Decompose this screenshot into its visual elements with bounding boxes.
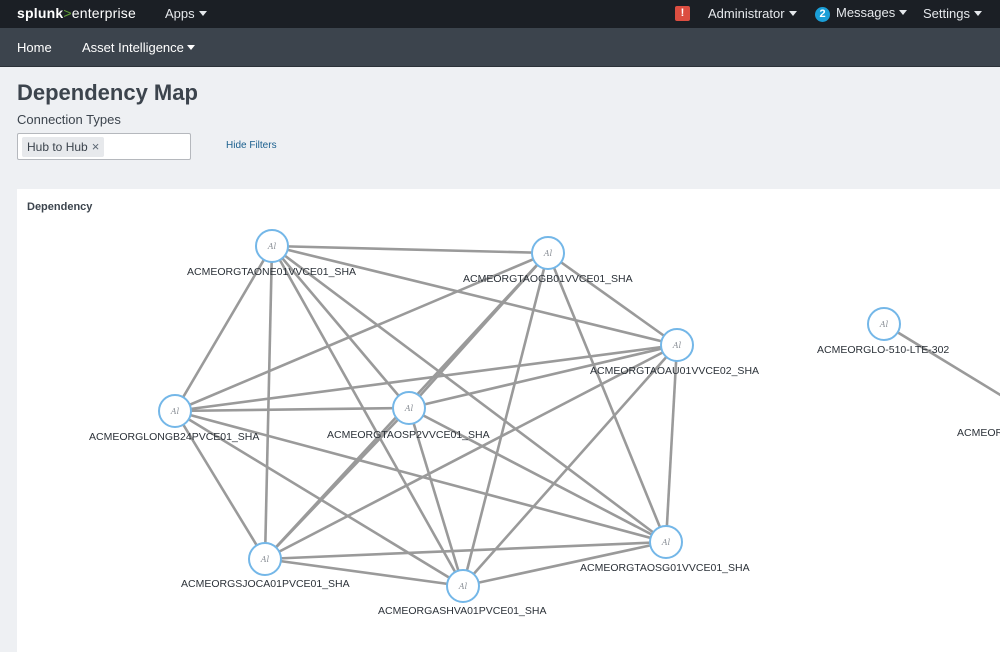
settings-menu[interactable]: Settings xyxy=(923,6,982,21)
logo-symbol: > xyxy=(63,5,72,21)
node-label: ACMEORGTAONE01VVCE01_SHA xyxy=(187,266,356,278)
asset-icon: Al xyxy=(879,320,889,329)
administrator-menu[interactable]: Administrator xyxy=(708,6,797,21)
filter-chip-label: Hub to Hub xyxy=(27,140,88,154)
node-label: ACMEOR xyxy=(957,427,1000,439)
top-bar: splunk>enterprise Apps ! Administrator 2… xyxy=(0,0,1000,28)
asset-icon: Al xyxy=(170,407,180,416)
filter-chip-hub-to-hub: Hub to Hub × xyxy=(22,137,105,157)
remove-chip-icon[interactable]: × xyxy=(92,139,100,154)
messages-count-badge: 2 xyxy=(815,7,830,22)
nav-home[interactable]: Home xyxy=(17,40,52,55)
node-label: ACMEORGTAOSP2VVCE01_SHA xyxy=(327,429,490,441)
edges-layer xyxy=(173,244,1000,588)
logo-word: splunk xyxy=(17,5,64,21)
graph-node-gb[interactable]: Al ACMEORGTAOGB01VVCE01_SHA xyxy=(463,236,633,285)
edge-one-gb xyxy=(271,244,549,255)
settings-label: Settings xyxy=(923,6,970,21)
asset-icon: Al xyxy=(543,249,553,258)
hide-filters-link[interactable]: Hide Filters xyxy=(226,140,277,151)
asset-icon: Al xyxy=(458,582,468,591)
node-label: ACMEORGLONGB24PVCE01_SHA xyxy=(89,431,259,443)
nav-asset-intelligence-label: Asset Intelligence xyxy=(82,40,184,55)
alert-icon[interactable]: ! xyxy=(675,6,690,21)
nav-asset-intelligence[interactable]: Asset Intelligence xyxy=(82,40,195,55)
chevron-down-icon xyxy=(198,11,207,17)
splunk-logo[interactable]: splunk>enterprise xyxy=(17,5,136,21)
apps-menu[interactable]: Apps xyxy=(165,6,207,21)
chevron-down-icon xyxy=(973,11,982,17)
edge-one-ashva xyxy=(270,245,465,587)
edge-lte-offscreen xyxy=(883,322,1000,397)
connection-types-label: Connection Types xyxy=(17,112,121,127)
asset-icon: Al xyxy=(661,538,671,547)
administrator-label: Administrator xyxy=(708,6,785,21)
graph-node-cut[interactable]: ACMEOR xyxy=(957,427,1000,439)
graph-node-sg[interactable]: Al ACMEORGTAOSG01VVCE01_SHA xyxy=(580,525,750,574)
logo-product: enterprise xyxy=(71,5,136,21)
node-label: ACMEORGTAOAU01VVCE02_SHA xyxy=(590,365,759,377)
panel-title: Dependency xyxy=(27,201,93,213)
edge-long-sp2 xyxy=(174,406,410,413)
app-nav-bar: Home Asset Intelligence xyxy=(0,28,1000,67)
dependency-panel: Al ACMEORGTAONE01VVCE01_SHA Al ACMEORGTAOGB… xyxy=(17,189,1000,652)
nav-home-label: Home xyxy=(17,40,52,55)
connection-types-multiselect[interactable]: Hub to Hub × xyxy=(17,133,191,160)
graph-node-lte[interactable]: Al ACMEORGLO-510-LTE-302 xyxy=(817,307,949,356)
messages-menu[interactable]: 2 Messages xyxy=(815,5,908,22)
chevron-down-icon xyxy=(788,11,797,17)
apps-menu-label: Apps xyxy=(165,6,195,21)
asset-icon: Al xyxy=(267,242,277,251)
asset-icon: Al xyxy=(260,555,270,564)
graph-node-sp2[interactable]: Al ACMEORGTAOSP2VVCE01_SHA xyxy=(327,391,490,441)
page-title: Dependency Map xyxy=(17,80,198,105)
node-label: ACMEORGTAOSG01VVCE01_SHA xyxy=(580,562,750,574)
dependency-graph[interactable]: Al ACMEORGTAONE01VVCE01_SHA Al ACMEORGTAOGB… xyxy=(17,189,1000,652)
edge-sg-sjo xyxy=(264,540,667,561)
asset-icon: Al xyxy=(404,404,414,413)
node-label: ACMEORGTAOGB01VVCE01_SHA xyxy=(463,273,633,285)
messages-label: Messages xyxy=(836,5,896,20)
edge-one-au xyxy=(271,244,678,347)
asset-icon: Al xyxy=(672,341,682,350)
node-label: ACMEORGASHVA01PVCE01_SHA xyxy=(378,605,546,617)
chevron-down-icon xyxy=(186,45,195,51)
node-label: ACMEORGSJOCA01PVCE01_SHA xyxy=(181,578,350,590)
chevron-down-icon xyxy=(899,10,908,16)
node-label: ACMEORGLO-510-LTE-302 xyxy=(817,344,949,356)
edge-one-sjo xyxy=(263,245,274,560)
graph-node-one[interactable]: Al ACMEORGTAONE01VVCE01_SHA xyxy=(187,229,356,278)
